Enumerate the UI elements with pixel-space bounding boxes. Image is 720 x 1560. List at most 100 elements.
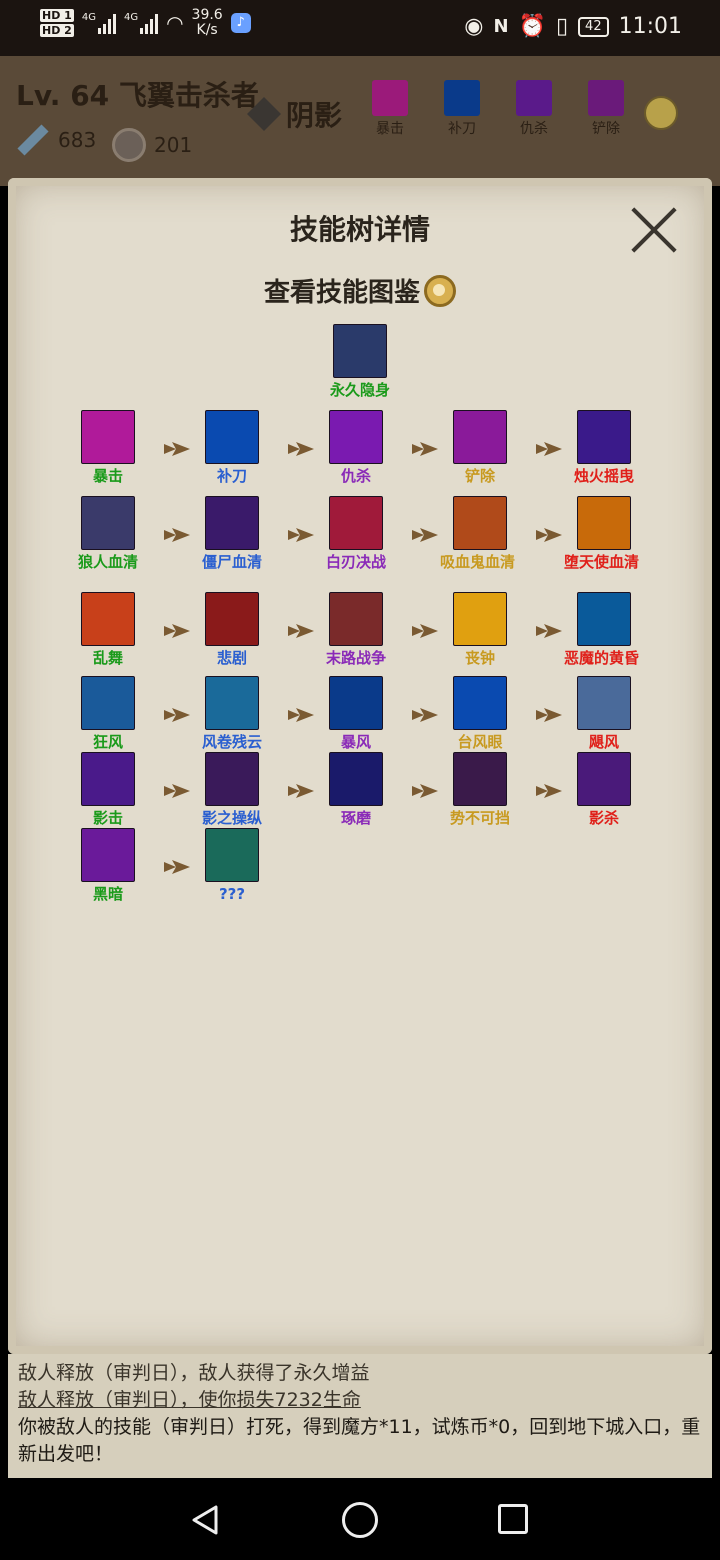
skill-node[interactable]: 白刃决战 [306, 496, 406, 571]
last-war-icon [329, 592, 383, 646]
school-diamond-icon [247, 97, 281, 131]
skill-name: 永久隐身 [329, 381, 390, 399]
invisibility-icon [333, 324, 387, 378]
skill-name: 堕天使血清 [564, 553, 640, 571]
skill-node[interactable]: 堕天使血清 [554, 496, 654, 571]
skill-name: 暴风 [340, 733, 371, 751]
skill-name: 暴击 [92, 467, 123, 485]
skill-node[interactable]: 僵尸血清 [182, 496, 282, 571]
battery-icon: 42 [578, 16, 609, 37]
crit-slash-icon [372, 80, 408, 116]
equipped-skill[interactable]: 铲除 [586, 80, 626, 138]
skill-node[interactable]: 暴风 [306, 676, 406, 751]
skill-node[interactable]: 飓风 [554, 676, 654, 751]
view-skill-gallery-button[interactable]: 查看技能图鉴 [8, 272, 712, 309]
skill-name: 影击 [92, 809, 123, 827]
shadow-kill-icon [577, 752, 631, 806]
skill-node[interactable]: 乱舞 [58, 592, 158, 667]
skill-name: 狂风 [92, 733, 123, 751]
close-icon[interactable] [630, 206, 678, 254]
coin-stat: 201 [112, 128, 192, 162]
skill-tree-panel: 技能树详情 查看技能图鉴 永久隐身 暴击 补刀 仇杀 铲除 烛火摇曳狼人血清 僵尸血清 白刃… [8, 178, 712, 1354]
skill-node[interactable]: 琢磨 [306, 752, 406, 827]
skill-node[interactable]: 影杀 [554, 752, 654, 827]
skill-name: 烛火摇曳 [573, 467, 634, 485]
status-bar: HD 1 HD 2 4G 4G ◠ 39.6 K/s ♪ ◉ N ⏰ ▯ 42 … [0, 0, 720, 56]
shadow-strike-icon [81, 752, 135, 806]
vampire-dagger-icon [453, 496, 507, 550]
hd2-badge: HD 2 [40, 24, 74, 37]
duel-figure-icon [329, 496, 383, 550]
skill-node[interactable]: 恶魔的黄昏 [554, 592, 654, 667]
wild-slash-icon [81, 592, 135, 646]
skill-node[interactable]: 影之操纵 [182, 752, 282, 827]
skill-node[interactable]: 势不可挡 [430, 752, 530, 827]
skill-name: 悲剧 [216, 649, 247, 667]
skill-node[interactable]: 铲除 [430, 410, 530, 485]
skill-node[interactable]: ??? [182, 828, 282, 903]
eye-icon: ◉ [464, 14, 484, 39]
blade-strike-icon [444, 80, 480, 116]
wifi-icon: ◠ [166, 11, 184, 35]
panel-title: 技能树详情 [289, 213, 430, 246]
level-title: Lv. 64 飞翼击杀者 [16, 79, 259, 112]
skill-name: 铲除 [464, 467, 495, 485]
android-nav-bar [0, 1480, 720, 1560]
ponder-mage-icon [329, 752, 383, 806]
skill-node[interactable]: 影击 [58, 752, 158, 827]
skill-node[interactable]: 台风眼 [430, 676, 530, 751]
log-line-1: 敌人释放（审判日），敌人获得了永久增益 [18, 1362, 370, 1384]
skill-name: 仇杀 [340, 467, 371, 485]
signal-2-icon: 4G [124, 12, 159, 34]
skill-name: 台风眼 [457, 733, 503, 751]
home-icon[interactable] [342, 1502, 378, 1538]
skill-root[interactable]: 永久隐身 [310, 324, 410, 399]
gold-orb-button[interactable] [644, 96, 678, 130]
equipped-skill[interactable]: 仇杀 [514, 80, 554, 138]
clock: 11:01 [618, 14, 682, 39]
demon-dusk-icon [577, 592, 631, 646]
back-icon[interactable] [190, 1504, 222, 1536]
blade-strike-icon [205, 410, 259, 464]
storm-icon [329, 676, 383, 730]
skill-node[interactable]: 补刀 [182, 410, 282, 485]
recent-apps-icon[interactable] [498, 1504, 528, 1534]
cross-slash-icon [516, 80, 552, 116]
skill-node[interactable]: 吸血鬼血清 [430, 496, 530, 571]
nfc-icon: N [493, 16, 509, 37]
skill-node[interactable]: 狼人血清 [58, 496, 158, 571]
skill-node[interactable]: 仇杀 [306, 410, 406, 485]
skill-name: 白刃决战 [325, 553, 386, 571]
status-right: ◉ N ⏰ ▯ 42 11:01 [464, 14, 682, 39]
skill-name: 末路战争 [325, 649, 386, 667]
skill-node[interactable]: 丧钟 [430, 592, 530, 667]
network-speed: 39.6 K/s [191, 7, 223, 38]
candle-claw-icon [577, 410, 631, 464]
cross-slash-icon [329, 410, 383, 464]
alarm-icon: ⏰ [518, 14, 546, 39]
skill-node[interactable]: 狂风 [58, 676, 158, 751]
skill-node[interactable]: 烛火摇曳 [554, 410, 654, 485]
skill-node[interactable]: 末路战争 [306, 592, 406, 667]
equipped-skill[interactable]: 暴击 [370, 80, 410, 138]
werewolf-icon [81, 496, 135, 550]
battle-log: 敌人释放（审判日），敌人获得了永久增益 敌人释放（审判日），使你损失7232生命… [8, 1354, 712, 1478]
tragedy-demon-icon [205, 592, 259, 646]
fallen-angel-icon [577, 496, 631, 550]
skill-name: 丧钟 [464, 649, 495, 667]
status-left: HD 1 HD 2 4G 4G ◠ 39.6 K/s ♪ [40, 8, 251, 38]
scythe-icon [588, 80, 624, 116]
skill-node[interactable]: 悲剧 [182, 592, 282, 667]
skill-node[interactable]: 黑暗 [58, 828, 158, 903]
darkness-hexagon-icon [81, 828, 135, 882]
equipped-skill[interactable]: 补刀 [442, 80, 482, 138]
skill-node[interactable]: 风卷残云 [182, 676, 282, 751]
skill-node[interactable]: 暴击 [58, 410, 158, 485]
music-app-icon: ♪ [230, 13, 251, 33]
skill-name: 恶魔的黄昏 [564, 649, 640, 667]
gale-icon [81, 676, 135, 730]
skill-name: ??? [218, 885, 246, 903]
death-knell-skull-icon [453, 592, 507, 646]
hurricane-icon [577, 676, 631, 730]
character-header: Lv. 64 飞翼击杀者 阴影 683 201 暴击 补刀 仇杀 铲除 [0, 56, 720, 186]
